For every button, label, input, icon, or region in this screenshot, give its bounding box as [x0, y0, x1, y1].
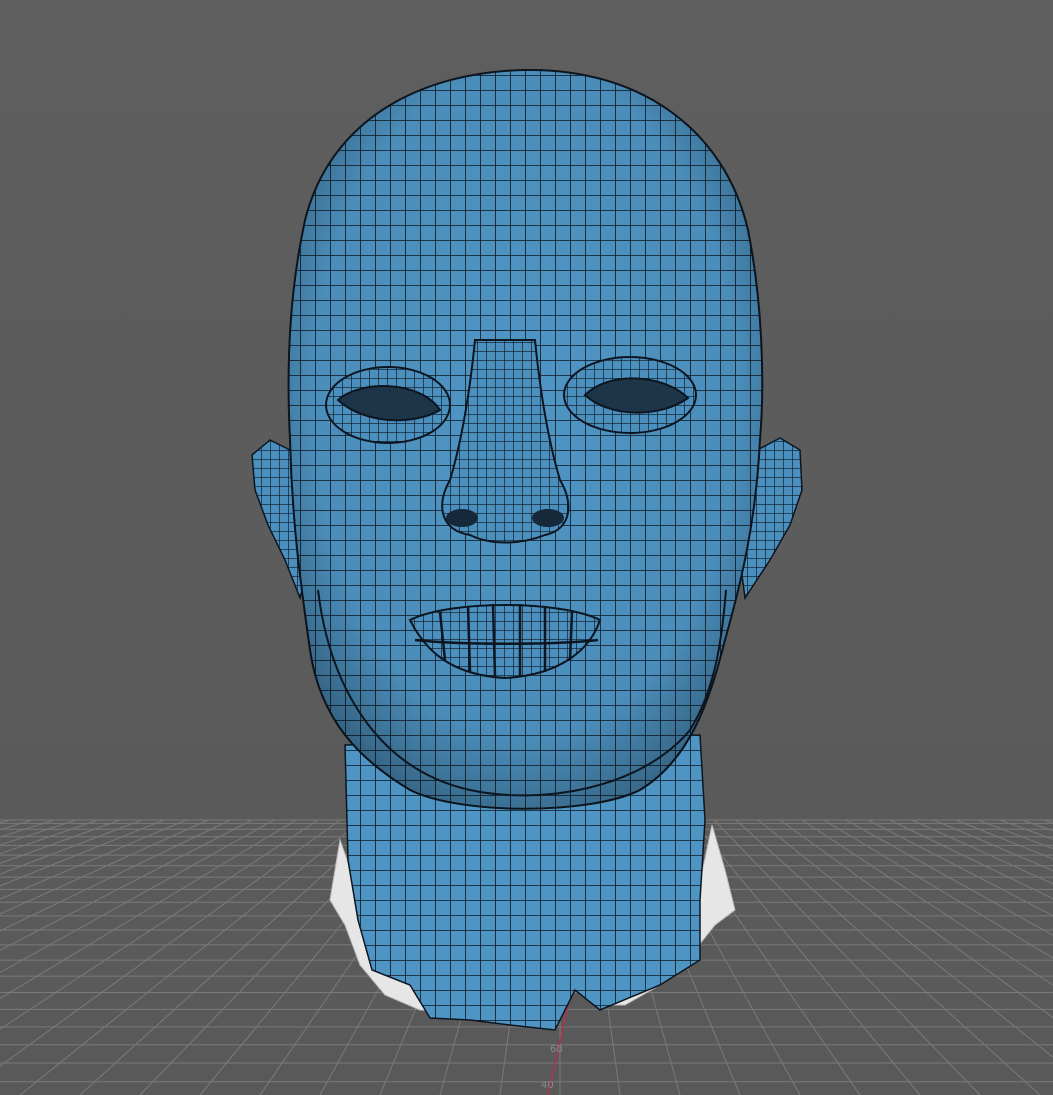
left-nostril	[446, 509, 478, 527]
grid-line-v	[0, 819, 77, 846]
grid-line-v	[0, 819, 121, 864]
grid-line-v	[999, 819, 1053, 840]
grid-line-v	[757, 819, 1053, 1058]
grid-line-v	[889, 819, 1053, 900]
grid-line-v	[933, 819, 1053, 872]
grid-line-v	[977, 819, 1053, 850]
grid-line-v	[713, 819, 981, 1095]
grid-line-v	[19, 819, 363, 1095]
grid-line-v	[845, 819, 1053, 936]
viewport-scene[interactable]	[0, 0, 1053, 1095]
grid-line-v	[823, 819, 1053, 959]
left-eye	[325, 366, 451, 444]
grid-line-v	[0, 819, 297, 1000]
3d-viewport[interactable]: 60 40	[0, 0, 1053, 1095]
grid-line-v	[867, 819, 1053, 917]
grid-line-v	[801, 819, 1053, 986]
right-nostril	[532, 509, 564, 527]
grid-label-40: 40	[541, 1080, 554, 1091]
grid-line-v	[0, 819, 275, 974]
grid-label-60: 60	[550, 1044, 563, 1055]
grid-line-v	[0, 819, 165, 887]
grid-line-v	[735, 819, 1041, 1095]
grid-line-v	[779, 819, 1053, 1019]
right-eye	[563, 356, 697, 434]
grid-line-v	[0, 819, 99, 855]
grid-line-v	[691, 819, 921, 1095]
grid-line-v	[0, 819, 209, 915]
grid-line-v	[0, 819, 319, 1030]
